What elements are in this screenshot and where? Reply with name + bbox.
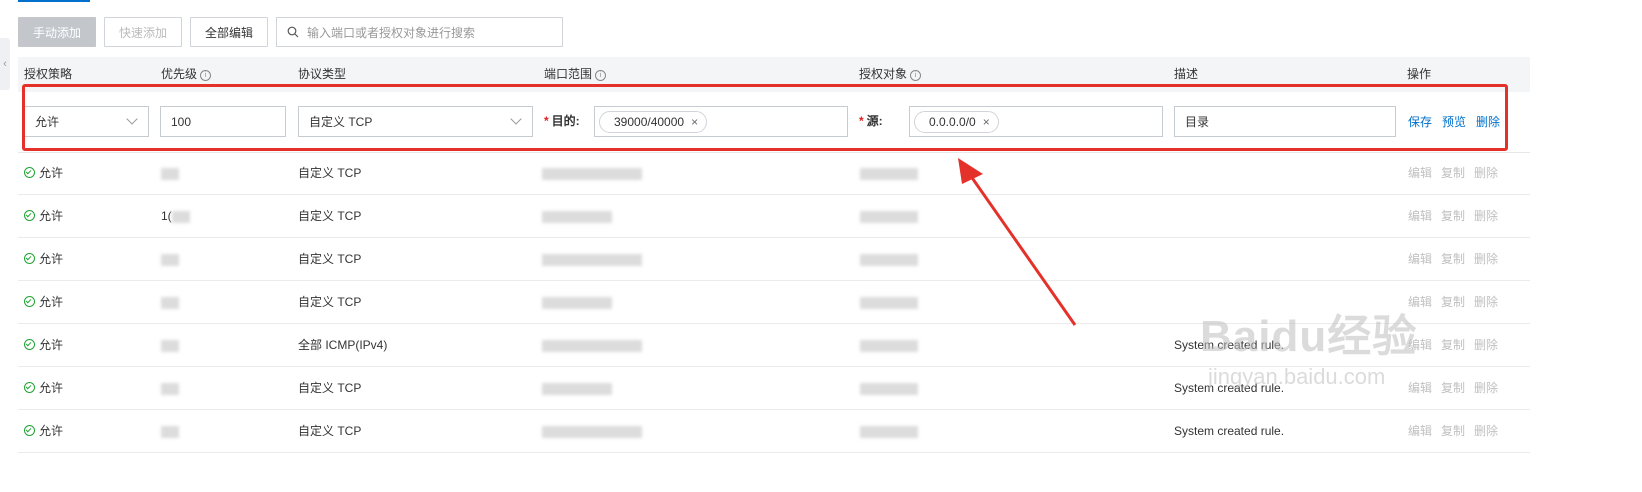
row-actions: 编辑 复制 删除	[1408, 152, 1507, 194]
copy-link[interactable]: 复制	[1441, 424, 1465, 438]
protocol-cell: 自定义 TCP	[298, 295, 362, 309]
priority-cell: 1(	[161, 195, 190, 237]
table-row: 允许 1( 自定义 TCP 编辑 复制 删除	[18, 195, 1530, 238]
port-range-cell	[542, 324, 642, 366]
priority-cell	[161, 281, 179, 323]
search-placeholder: 输入端口或者授权对象进行搜索	[307, 25, 476, 40]
policy-cell: 允许	[24, 410, 63, 452]
port-range-cell	[542, 367, 612, 409]
auth-object-cell	[860, 152, 918, 194]
delete-link[interactable]: 删除	[1474, 209, 1498, 223]
delete-link[interactable]: 删除	[1474, 166, 1498, 180]
policy-cell: 允许	[24, 195, 63, 237]
check-circle-icon	[24, 382, 35, 393]
port-range-cell	[542, 195, 612, 237]
protocol-cell: 自定义 TCP	[298, 166, 362, 180]
edit-link[interactable]: 编辑	[1408, 209, 1432, 223]
info-icon[interactable]: i	[910, 70, 922, 81]
edit-link[interactable]: 编辑	[1408, 252, 1432, 266]
row-actions: 编辑 复制 删除	[1408, 410, 1507, 452]
port-range-cell	[542, 281, 612, 323]
collapse-sidebar-icon[interactable]: ‹	[0, 38, 10, 90]
edit-link[interactable]: 编辑	[1408, 424, 1432, 438]
protocol-cell: 自定义 TCP	[298, 381, 362, 395]
protocol-cell: 自定义 TCP	[298, 252, 362, 266]
priority-cell	[161, 238, 179, 280]
table-row: 允许 自定义 TCP 编辑 复制 删除	[18, 238, 1530, 281]
table-row: 允许 自定义 TCP System created rule. 编辑 复制 删除	[18, 410, 1530, 453]
info-icon[interactable]: i	[595, 70, 607, 81]
edit-all-button[interactable]: 全部编辑	[190, 17, 269, 47]
policy-cell: 允许	[24, 281, 63, 323]
protocol-cell: 自定义 TCP	[298, 209, 362, 223]
description-cell: System created rule.	[1174, 424, 1285, 438]
row-actions: 编辑 复制 删除	[1408, 367, 1507, 409]
policy-cell: 允许	[24, 238, 63, 280]
check-circle-icon	[24, 253, 35, 264]
toolbar: 手动添加 快速添加 全部编辑 输入端口或者授权对象进行搜索	[18, 17, 564, 47]
search-input[interactable]: 输入端口或者授权对象进行搜索	[276, 17, 564, 47]
row-actions: 编辑 复制 删除	[1408, 195, 1507, 237]
priority-cell	[161, 324, 179, 366]
protocol-cell: 自定义 TCP	[298, 424, 362, 438]
copy-link[interactable]: 复制	[1441, 295, 1465, 309]
check-circle-icon	[24, 167, 35, 178]
copy-link[interactable]: 复制	[1441, 166, 1465, 180]
auth-object-cell	[860, 324, 918, 366]
copy-link[interactable]: 复制	[1441, 338, 1465, 352]
port-range-cell	[542, 410, 642, 452]
priority-cell	[161, 367, 179, 409]
delete-link[interactable]: 删除	[1474, 381, 1498, 395]
auth-object-cell	[860, 195, 918, 237]
table-row: 允许 自定义 TCP 编辑 复制 删除	[18, 152, 1530, 195]
delete-link[interactable]: 删除	[1474, 252, 1498, 266]
port-range-cell	[542, 152, 642, 194]
edit-link[interactable]: 编辑	[1408, 166, 1432, 180]
search-icon	[287, 26, 299, 38]
watermark: Baidu经验 jingyan.baidu.com	[1200, 312, 1418, 389]
copy-link[interactable]: 复制	[1441, 209, 1465, 223]
policy-cell: 允许	[24, 152, 63, 194]
delete-link[interactable]: 删除	[1474, 295, 1498, 309]
row-actions: 编辑 复制 删除	[1408, 281, 1507, 323]
check-circle-icon	[24, 210, 35, 221]
priority-cell	[161, 410, 179, 452]
port-range-cell	[542, 238, 642, 280]
auth-object-cell	[860, 281, 918, 323]
info-icon[interactable]: i	[200, 70, 212, 81]
quick-add-button[interactable]: 快速添加	[104, 17, 183, 47]
auth-object-cell	[860, 238, 918, 280]
priority-cell	[161, 152, 179, 194]
highlight-box	[22, 84, 1508, 151]
delete-link[interactable]: 删除	[1474, 424, 1498, 438]
row-actions: 编辑 复制 删除	[1408, 238, 1507, 280]
policy-cell: 允许	[24, 367, 63, 409]
policy-cell: 允许	[24, 324, 63, 366]
protocol-cell: 全部 ICMP(IPv4)	[298, 338, 388, 352]
copy-link[interactable]: 复制	[1441, 252, 1465, 266]
row-actions: 编辑 复制 删除	[1408, 324, 1507, 366]
active-tab-indicator	[18, 0, 90, 2]
check-circle-icon	[24, 339, 35, 350]
manual-add-button[interactable]: 手动添加	[18, 17, 97, 47]
check-circle-icon	[24, 296, 35, 307]
copy-link[interactable]: 复制	[1441, 381, 1465, 395]
auth-object-cell	[860, 410, 918, 452]
check-circle-icon	[24, 425, 35, 436]
auth-object-cell	[860, 367, 918, 409]
tab-underline	[0, 0, 1642, 2]
delete-link[interactable]: 删除	[1474, 338, 1498, 352]
